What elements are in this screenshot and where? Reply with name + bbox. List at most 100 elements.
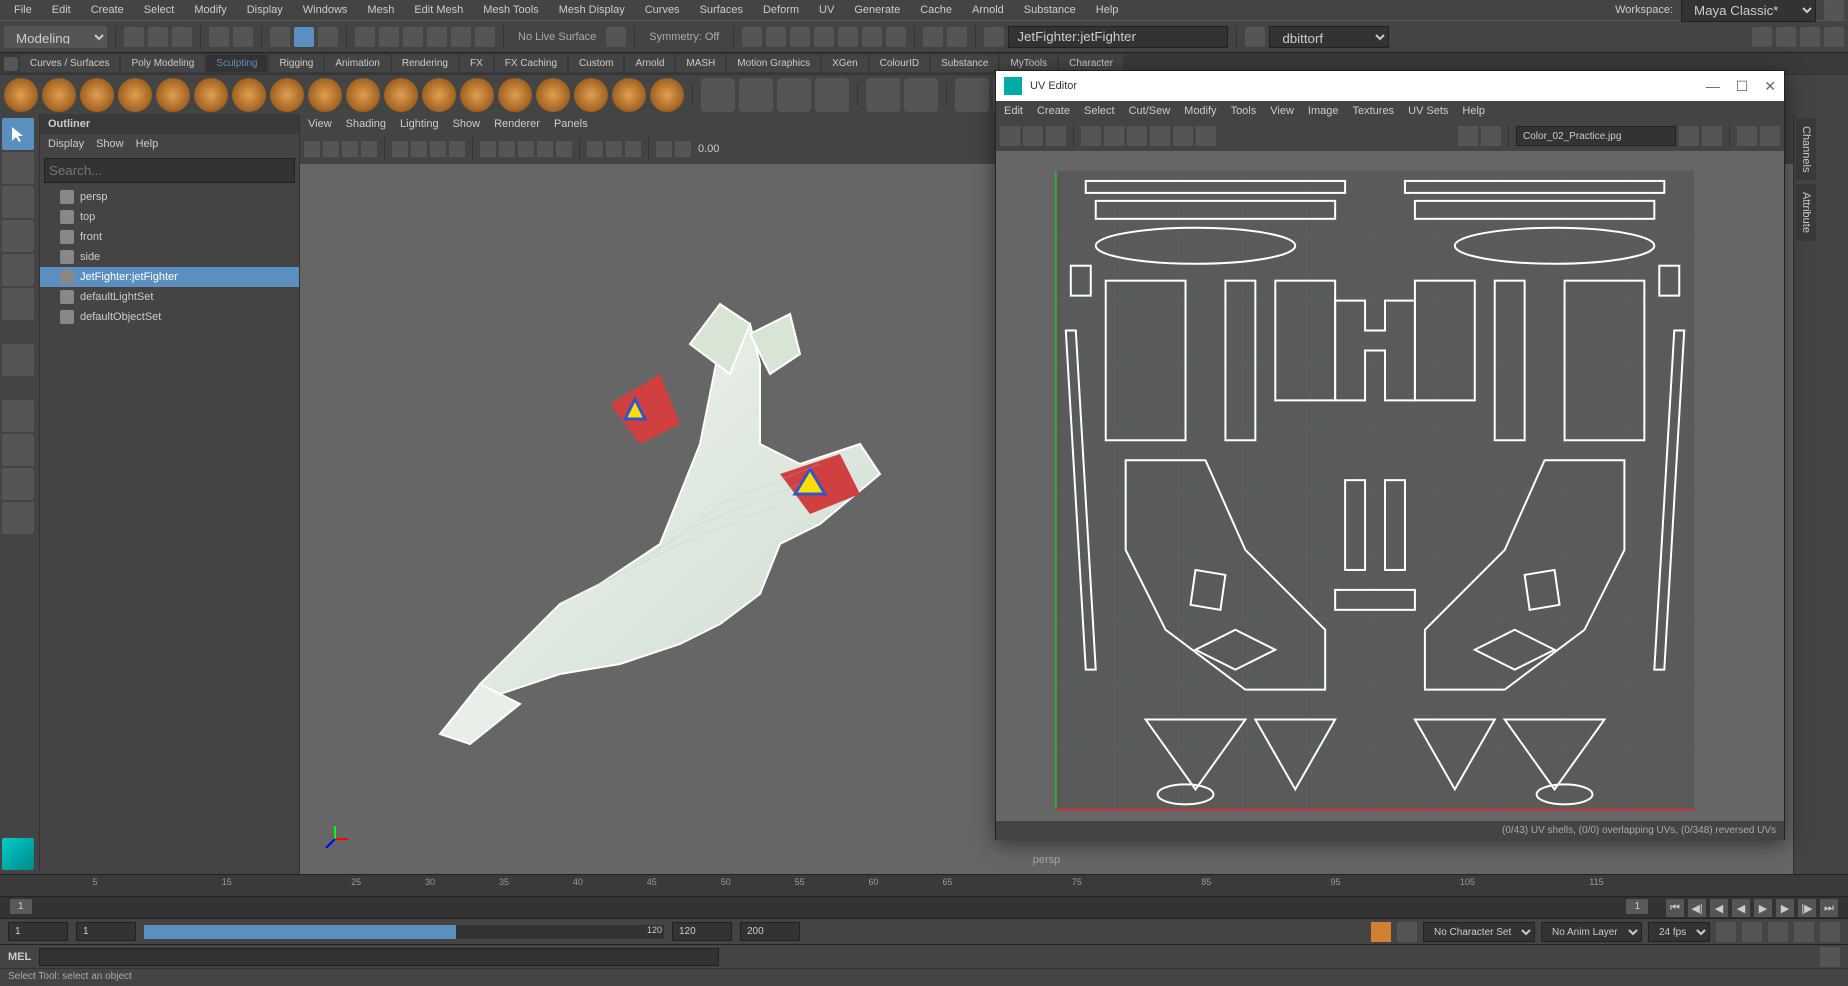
menu-mesh[interactable]: Mesh: [357, 2, 404, 18]
sculpt-brush-6-icon[interactable]: [194, 78, 228, 112]
sculpt-brush-1-icon[interactable]: [4, 78, 38, 112]
history-icon[interactable]: [742, 27, 762, 47]
vp-xray-joints-icon[interactable]: [625, 141, 641, 157]
vp-menu-shading[interactable]: Shading: [346, 118, 386, 130]
redo-icon[interactable]: [233, 27, 253, 47]
move-tool-button[interactable]: [2, 220, 34, 252]
snap-point-icon[interactable]: [403, 27, 423, 47]
uv-menu-cutsew[interactable]: Cut/Sew: [1129, 105, 1171, 117]
uv-texture-prev-icon[interactable]: [1679, 126, 1699, 146]
vp-bookmark-icon[interactable]: [323, 141, 339, 157]
vp-lights-icon[interactable]: [537, 141, 553, 157]
current-frame-indicator[interactable]: 1: [10, 899, 32, 914]
play-back-button[interactable]: ◀: [1732, 899, 1750, 917]
vp-wireframe-icon[interactable]: [480, 141, 496, 157]
outliner-item-lightset[interactable]: defaultLightSet: [40, 287, 299, 307]
snap-grid-icon[interactable]: [355, 27, 375, 47]
uv-menu-view[interactable]: View: [1270, 105, 1294, 117]
anim-layer-select[interactable]: No Anim Layer: [1541, 922, 1642, 942]
vp-isolate-icon[interactable]: [587, 141, 603, 157]
sculpt-tool-c-icon[interactable]: [777, 78, 811, 112]
time-slider-track[interactable]: 1 1 ⏮ ◀| ◀ ◀ ▶ ▶ |▶ ⏭: [0, 896, 1848, 918]
shelf-tab-motiongraphics[interactable]: Motion Graphics: [727, 55, 820, 72]
menu-edit[interactable]: Edit: [42, 2, 81, 18]
workspace-select[interactable]: Maya Classic*: [1681, 0, 1816, 22]
vp-xray-icon[interactable]: [606, 141, 622, 157]
uv-image-toggle-icon[interactable]: [1458, 126, 1478, 146]
open-scene-icon[interactable]: [148, 27, 168, 47]
anim-start-field[interactable]: [8, 922, 68, 941]
select-by-object-icon[interactable]: [294, 27, 314, 47]
sculpt-tool-d-icon[interactable]: [815, 78, 849, 112]
shelf-tab-substance[interactable]: Substance: [931, 55, 998, 72]
character-set-select[interactable]: No Character Set: [1423, 922, 1535, 942]
menu-windows[interactable]: Windows: [293, 2, 358, 18]
channel-box-tab[interactable]: Channels: [1796, 118, 1816, 180]
minimize-button[interactable]: —: [1706, 78, 1720, 95]
sculpt-brush-2-icon[interactable]: [42, 78, 76, 112]
shelf-menu-icon[interactable]: [4, 57, 18, 71]
layout-single-button[interactable]: [2, 400, 34, 432]
uv-menu-modify[interactable]: Modify: [1184, 105, 1216, 117]
vp-menu-lighting[interactable]: Lighting: [400, 118, 439, 130]
lasso-tool-button[interactable]: [2, 152, 34, 184]
outliner-item-front[interactable]: front: [40, 227, 299, 247]
autokey-button[interactable]: [1371, 922, 1391, 942]
step-forward-key-button[interactable]: |▶: [1798, 899, 1816, 917]
uv-menu-select[interactable]: Select: [1084, 105, 1115, 117]
audio-icon[interactable]: [1742, 922, 1762, 942]
ipr-render-icon[interactable]: [790, 27, 810, 47]
menu-editmesh[interactable]: Edit Mesh: [404, 2, 473, 18]
outliner-item-objectset[interactable]: defaultObjectSet: [40, 307, 299, 327]
sculpt-tool-a-icon[interactable]: [701, 78, 735, 112]
vp-film-gate-icon[interactable]: [411, 141, 427, 157]
render-settings-icon[interactable]: [814, 27, 834, 47]
play-start-field[interactable]: [76, 922, 136, 941]
renderer-icon[interactable]: [1245, 27, 1265, 47]
step-back-frame-button[interactable]: ◀: [1710, 899, 1728, 917]
time-slider-ruler[interactable]: 5 15 25 30 35 40 45 50 55 60 65 75 85 95…: [0, 874, 1848, 896]
lights-icon[interactable]: [862, 27, 882, 47]
paint-select-tool-button[interactable]: [2, 186, 34, 218]
loop-icon[interactable]: [1716, 922, 1736, 942]
vp-menu-show[interactable]: Show: [453, 118, 481, 130]
menu-curves[interactable]: Curves: [635, 2, 690, 18]
attribute-editor-tab[interactable]: Attribute: [1796, 184, 1816, 241]
jetfighter-model[interactable]: [380, 244, 920, 784]
shelf-tab-animation[interactable]: Animation: [325, 55, 389, 72]
uv-menu-image[interactable]: Image: [1308, 105, 1339, 117]
sync-icon[interactable]: [1820, 922, 1840, 942]
sculpt-brush-12-icon[interactable]: [422, 78, 456, 112]
uv-texture-next-icon[interactable]: [1702, 126, 1722, 146]
uv-channel-icon[interactable]: [1760, 126, 1780, 146]
sculpt-brush-15-icon[interactable]: [536, 78, 570, 112]
shelf-tab-rigging[interactable]: Rigging: [269, 55, 323, 72]
pause-icon[interactable]: [947, 27, 967, 47]
shelf-tab-curves[interactable]: Curves / Surfaces: [20, 55, 119, 72]
outliner-search-input[interactable]: [44, 158, 295, 183]
uv-menu-help[interactable]: Help: [1462, 105, 1485, 117]
prefs-icon[interactable]: [1768, 922, 1788, 942]
menu-deform[interactable]: Deform: [753, 2, 809, 18]
vp-gate-mask-icon[interactable]: [449, 141, 465, 157]
anim-end-field[interactable]: [740, 922, 800, 941]
sculpt-tool-e-icon[interactable]: [866, 78, 900, 112]
sculpt-brush-11-icon[interactable]: [384, 78, 418, 112]
select-by-hierarchy-icon[interactable]: [270, 27, 290, 47]
modeling-toolkit-icon[interactable]: [1752, 27, 1772, 47]
menu-file[interactable]: File: [4, 2, 42, 18]
sculpt-tool-b-icon[interactable]: [739, 78, 773, 112]
uv-texture-name-field[interactable]: [1516, 126, 1676, 146]
uv-snapshot-icon[interactable]: [1000, 126, 1020, 146]
menu-help[interactable]: Help: [1086, 2, 1129, 18]
menu-generate[interactable]: Generate: [844, 2, 910, 18]
vp-menu-panels[interactable]: Panels: [554, 118, 588, 130]
menu-arnold[interactable]: Arnold: [962, 2, 1014, 18]
uv-pixel-snap-icon[interactable]: [1046, 126, 1066, 146]
play-forward-button[interactable]: ▶: [1754, 899, 1772, 917]
sculpt-brush-5-icon[interactable]: [156, 78, 190, 112]
shelf-tab-fx[interactable]: FX: [460, 55, 493, 72]
play-end-field[interactable]: [672, 922, 732, 941]
live-surface-toggle-icon[interactable]: [606, 27, 626, 47]
outliner-item-persp[interactable]: persp: [40, 187, 299, 207]
